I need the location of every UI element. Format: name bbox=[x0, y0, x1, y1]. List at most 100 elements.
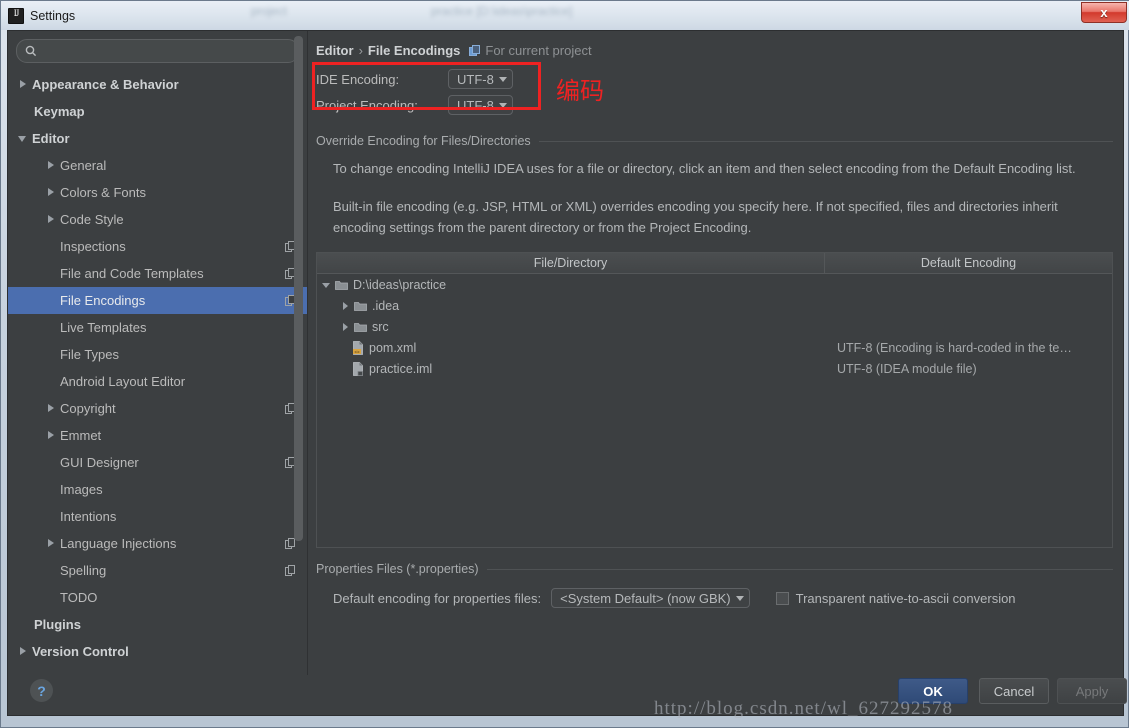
sidebar-item-file-encodings[interactable]: File Encodings bbox=[8, 287, 307, 314]
dialog-content: Appearance & Behavior Keymap Editor General… bbox=[8, 31, 1123, 676]
sidebar-item-android-layout-editor[interactable]: Android Layout Editor bbox=[8, 368, 307, 395]
cancel-button[interactable]: Cancel bbox=[979, 678, 1049, 705]
sidebar-item-file-types[interactable]: File Types bbox=[8, 341, 307, 368]
svg-text:<>: <> bbox=[354, 350, 360, 355]
properties-section-label: Properties Files (*.properties) bbox=[316, 562, 479, 576]
sidebar-item-colors-fonts[interactable]: Colors & Fonts bbox=[8, 179, 307, 206]
sidebar-item-plugins[interactable]: Plugins bbox=[8, 611, 307, 638]
chevron-right-icon[interactable] bbox=[46, 187, 57, 198]
chevron-right-icon[interactable] bbox=[46, 403, 57, 414]
ide-encoding-label: IDE Encoding: bbox=[316, 71, 400, 87]
search-input[interactable] bbox=[42, 44, 290, 58]
sidebar-item-emmet[interactable]: Emmet bbox=[8, 422, 307, 449]
file-name-label: practice.iml bbox=[369, 361, 433, 376]
project-encoding-row: Project Encoding: UTF-8 bbox=[316, 94, 513, 116]
sidebar-item-label: Images bbox=[60, 482, 103, 497]
xml-file-icon: <> bbox=[352, 340, 364, 355]
sidebar-item-editor[interactable]: Editor bbox=[8, 125, 307, 152]
table-row[interactable]: practice.iml UTF-8 (IDEA module file) bbox=[317, 358, 1112, 379]
file-name-label: pom.xml bbox=[369, 340, 417, 355]
settings-window: project practice [D:\ideas\practice] Set… bbox=[0, 0, 1129, 728]
column-header-default-encoding[interactable]: Default Encoding bbox=[825, 253, 1112, 273]
chevron-right-icon[interactable] bbox=[46, 538, 57, 549]
chevron-right-icon[interactable] bbox=[18, 79, 29, 90]
sidebar-item-spelling[interactable]: Spelling bbox=[8, 557, 307, 584]
chevron-down-icon[interactable] bbox=[18, 133, 29, 144]
project-encoding-dropdown[interactable]: UTF-8 bbox=[448, 95, 513, 115]
sidebar-scrollbar[interactable] bbox=[294, 36, 303, 541]
properties-encoding-dropdown[interactable]: <System Default> (now GBK) bbox=[551, 588, 750, 608]
folder-icon bbox=[335, 279, 348, 291]
sidebar-item-label: Plugins bbox=[34, 617, 81, 632]
sidebar-item-code-style[interactable]: Code Style bbox=[8, 206, 307, 233]
chevron-right-icon[interactable] bbox=[340, 300, 352, 312]
file-encoding-table: File/Directory Default Encoding D:\ideas… bbox=[316, 252, 1113, 548]
project-encoding-value: UTF-8 bbox=[457, 97, 494, 113]
sidebar-item-label: Editor bbox=[32, 131, 70, 146]
transparent-native-to-ascii-checkbox[interactable] bbox=[775, 591, 789, 605]
breadcrumb-parent[interactable]: Editor bbox=[316, 43, 354, 58]
sidebar-item-language-injections[interactable]: Language Injections bbox=[8, 530, 307, 557]
dialog-footer: ? OK Cancel Apply bbox=[8, 675, 1127, 715]
override-section-label: Override Encoding for Files/Directories bbox=[316, 134, 531, 148]
file-directory-cell: practice.iml bbox=[317, 362, 825, 376]
sidebar-item-label: File Types bbox=[60, 347, 120, 362]
override-section-title: Override Encoding for Files/Directories bbox=[316, 134, 1113, 148]
module-file-icon bbox=[352, 361, 364, 376]
description-paragraph-2: Built-in file encoding (e.g. JSP, HTML o… bbox=[333, 199, 1058, 235]
sidebar-item-version-control[interactable]: Version Control bbox=[8, 638, 307, 665]
chevron-right-icon[interactable] bbox=[46, 430, 57, 441]
settings-tree: Appearance & Behavior Keymap Editor General… bbox=[8, 71, 307, 671]
ok-button[interactable]: OK bbox=[898, 678, 968, 705]
table-header-row: File/Directory Default Encoding bbox=[317, 253, 1112, 274]
sidebar-item-label: File Encodings bbox=[60, 293, 146, 308]
table-row[interactable]: src bbox=[317, 316, 1112, 337]
sidebar-item-live-templates[interactable]: Live Templates bbox=[8, 314, 307, 341]
chevron-right-icon[interactable] bbox=[46, 160, 57, 171]
ide-encoding-dropdown[interactable]: UTF-8 bbox=[448, 69, 513, 89]
sidebar-item-appearance-behavior[interactable]: Appearance & Behavior bbox=[8, 71, 307, 98]
sidebar-item-images[interactable]: Images bbox=[8, 476, 307, 503]
sidebar-item-todo[interactable]: TODO bbox=[8, 584, 307, 611]
project-scope-text: For current project bbox=[485, 43, 592, 58]
sidebar-item-label: Spelling bbox=[60, 563, 107, 578]
chevron-right-icon[interactable] bbox=[340, 321, 352, 333]
sidebar-item-label: Android Layout Editor bbox=[60, 374, 186, 389]
search-container bbox=[8, 31, 307, 67]
project-scope-icon bbox=[285, 565, 296, 576]
sidebar-item-intentions[interactable]: Intentions bbox=[8, 503, 307, 530]
sidebar-item-label: GUI Designer bbox=[60, 455, 139, 470]
title-bar: project practice [D:\ideas\practice] Set… bbox=[1, 1, 1129, 30]
ide-encoding-row: IDE Encoding: UTF-8 bbox=[316, 68, 513, 90]
intellij-idea-icon bbox=[8, 7, 24, 24]
file-encodings-panel: Editor › File Encodings For current proj… bbox=[308, 31, 1123, 676]
breadcrumb-separator: › bbox=[358, 43, 363, 58]
file-name-label: D:\ideas\practice bbox=[353, 277, 447, 292]
column-header-file-directory[interactable]: File/Directory bbox=[317, 253, 825, 273]
search-box[interactable] bbox=[16, 39, 299, 63]
table-row[interactable]: D:\ideas\practice bbox=[317, 274, 1112, 295]
sidebar-item-copyright[interactable]: Copyright bbox=[8, 395, 307, 422]
override-description: To change encoding IntelliJ IDEA uses fo… bbox=[333, 158, 1103, 238]
chevron-down-icon[interactable] bbox=[321, 279, 333, 291]
chevron-right-icon[interactable] bbox=[18, 646, 29, 657]
sidebar-item-gui-designer[interactable]: GUI Designer bbox=[8, 449, 307, 476]
sidebar-item-keymap[interactable]: Keymap bbox=[8, 98, 307, 125]
default-encoding-cell: UTF-8 (Encoding is hard-coded in the te… bbox=[837, 340, 1072, 355]
file-directory-cell: <> pom.xml bbox=[317, 341, 825, 355]
table-row[interactable]: <> pom.xml UTF-8 (Encoding is hard-coded i… bbox=[317, 337, 1112, 358]
sidebar-item-general[interactable]: General bbox=[8, 152, 307, 179]
sidebar-item-inspections[interactable]: Inspections bbox=[8, 233, 307, 260]
help-button[interactable]: ? bbox=[30, 679, 53, 703]
default-encoding-cell: UTF-8 (IDEA module file) bbox=[837, 361, 977, 376]
close-icon[interactable]: x bbox=[1081, 2, 1127, 23]
apply-button: Apply bbox=[1057, 678, 1127, 705]
sidebar-item-file-and-code-templates[interactable]: File and Code Templates bbox=[8, 260, 307, 287]
chevron-down-icon bbox=[498, 102, 507, 108]
table-row[interactable]: .idea bbox=[317, 295, 1112, 316]
sidebar-item-label: Copyright bbox=[60, 401, 116, 416]
annotation-text-encoding: 编码 bbox=[556, 77, 604, 105]
sidebar-item-label: Version Control bbox=[32, 644, 129, 659]
file-name-label: src bbox=[372, 319, 389, 334]
chevron-right-icon[interactable] bbox=[46, 214, 57, 225]
